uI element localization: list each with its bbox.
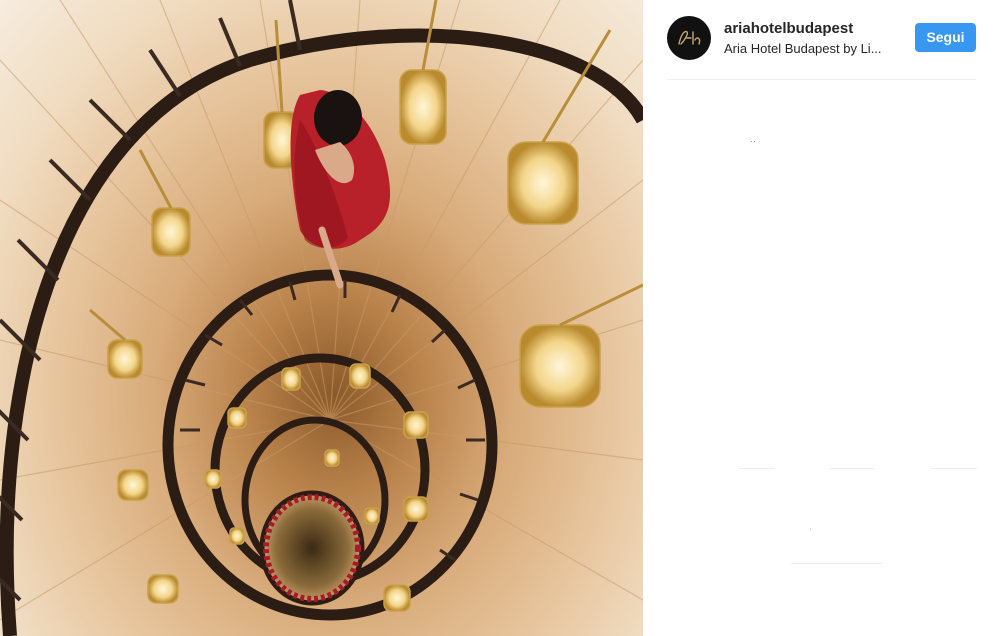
placeholder-line — [739, 468, 775, 469]
header-divider — [667, 79, 976, 80]
staircase-illustration — [0, 0, 643, 636]
avatar[interactable] — [667, 16, 711, 60]
username-link[interactable]: ariahotelbudapest — [724, 20, 853, 37]
placeholder-line — [791, 563, 883, 564]
post-header: ariahotelbudapest Aria Hotel Budapest by… — [667, 14, 977, 62]
loading-speck: ˌ — [809, 520, 812, 530]
loading-speck: ·· — [750, 136, 756, 146]
post-sidebar: ariahotelbudapest Aria Hotel Budapest by… — [643, 0, 1000, 636]
follow-button[interactable]: Segui — [915, 23, 976, 52]
placeholder-line — [829, 468, 875, 469]
post-photo[interactable] — [0, 0, 643, 636]
placeholder-line — [931, 468, 977, 469]
location-link[interactable]: Aria Hotel Budapest by Li... — [724, 41, 899, 56]
aria-logo-icon — [678, 30, 701, 45]
